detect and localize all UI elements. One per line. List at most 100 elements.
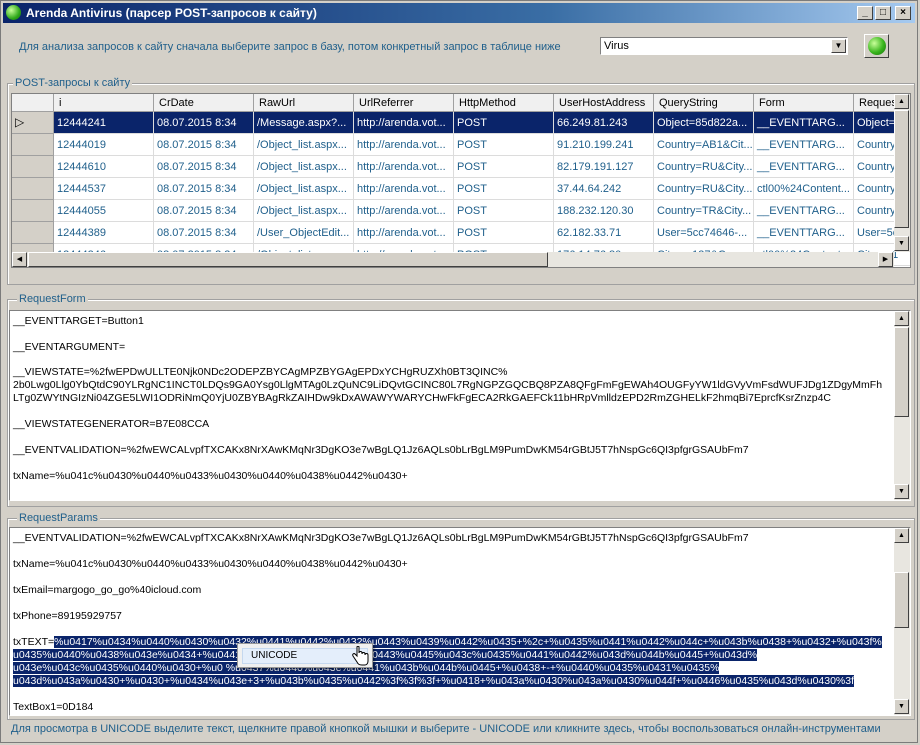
column-header-form[interactable]: Form	[754, 94, 854, 112]
cell-crdate[interactable]: 08.07.2015 8:34	[154, 134, 254, 156]
title-bar[interactable]: Arenda Antivirus (парсер POST-запросов к…	[3, 3, 915, 23]
selected-text[interactable]: u043d%u043a%u0430+%u0430+%u0434%u043e+3+…	[13, 675, 855, 687]
scroll-down-arrow-icon[interactable]: ▼	[894, 236, 909, 251]
cell-form[interactable]: ctl00%24Content...	[754, 178, 854, 200]
cell-i[interactable]: 12444389	[54, 222, 154, 244]
cell-httpmethod[interactable]: POST	[454, 112, 554, 134]
cell-urlreferrer[interactable]: http://arenda.vot...	[354, 112, 454, 134]
status-help-link[interactable]: Для просмотра в UNICODE выделите текст, …	[11, 723, 881, 735]
cell-i[interactable]: 12444241	[54, 112, 154, 134]
context-menu-item-unicode[interactable]: UNICODE	[242, 648, 368, 664]
cell-i[interactable]: 12444610	[54, 156, 154, 178]
scroll-thumb[interactable]	[894, 572, 909, 628]
grid-vertical-scrollbar[interactable]: ▲ ▼	[894, 94, 910, 252]
table-row[interactable]: 12444055 08.07.2015 8:34 /Object_list.as…	[12, 200, 910, 222]
cell-querystring[interactable]: Country=RU&City...	[654, 178, 754, 200]
cell-httpmethod[interactable]: POST	[454, 200, 554, 222]
cell-userhostaddress[interactable]: 66.249.81.243	[554, 112, 654, 134]
column-header-querystring[interactable]: QueryString	[654, 94, 754, 112]
cell-httpmethod[interactable]: POST	[454, 222, 554, 244]
cell-querystring[interactable]: User=5cc74646-...	[654, 222, 754, 244]
chevron-down-icon[interactable]: ▼	[831, 39, 846, 53]
cell-rawurl[interactable]: /Object_list.aspx...	[254, 156, 354, 178]
row-header[interactable]: ▷	[12, 112, 54, 134]
row-header[interactable]	[12, 222, 54, 244]
cell-form[interactable]: __EVENTTARG...	[754, 112, 854, 134]
cell-querystring[interactable]: Country=AB1&Cit...	[654, 134, 754, 156]
form-vertical-scrollbar[interactable]: ▲ ▼	[894, 311, 910, 500]
scroll-down-arrow-icon[interactable]: ▼	[894, 699, 909, 714]
grid-horizontal-scrollbar[interactable]: ◀ ▶	[12, 252, 894, 267]
request-params-textbox[interactable]: __EVENTVALIDATION=%2fwEWCALvpfTXCAKx8NrX…	[9, 527, 911, 716]
table-row[interactable]: ▷ 12444241 08.07.2015 8:34 /Message.aspx…	[12, 112, 910, 134]
cell-rawurl[interactable]: /Object_list.aspx...	[254, 200, 354, 222]
column-header-rawurl[interactable]: RawUrl	[254, 94, 354, 112]
cell-i[interactable]: 12444055	[54, 200, 154, 222]
selected-text[interactable]: %u0417%u0434%u0440%u0430%u0432%u0441%u04…	[54, 636, 882, 648]
cell-httpmethod[interactable]: POST	[454, 156, 554, 178]
cell-crdate[interactable]: 08.07.2015 8:34	[154, 112, 254, 134]
scroll-up-arrow-icon[interactable]: ▲	[894, 94, 909, 109]
requests-table[interactable]: i CrDate RawUrl UrlReferrer HttpMethod U…	[11, 93, 911, 268]
cell-rawurl[interactable]: /User_ObjectEdit...	[254, 222, 354, 244]
table-row[interactable]: 12444389 08.07.2015 8:34 /User_ObjectEdi…	[12, 222, 910, 244]
cell-crdate[interactable]: 08.07.2015 8:34	[154, 156, 254, 178]
column-header-urlreferrer[interactable]: UrlReferrer	[354, 94, 454, 112]
table-row[interactable]: 12444610 08.07.2015 8:34 /Object_list.as…	[12, 156, 910, 178]
scroll-down-arrow-icon[interactable]: ▼	[894, 484, 909, 499]
close-button[interactable]: ×	[895, 6, 911, 20]
column-header-crdate[interactable]: CrDate	[154, 94, 254, 112]
cell-i[interactable]: 12444019	[54, 134, 154, 156]
request-form-textbox[interactable]: __EVENTTARGET=Button1 __EVENTARGUMENT= _…	[9, 310, 911, 501]
cell-crdate[interactable]: 08.07.2015 8:34	[154, 222, 254, 244]
row-header[interactable]	[12, 156, 54, 178]
run-button[interactable]	[864, 34, 889, 58]
row-header[interactable]	[12, 134, 54, 156]
cell-urlreferrer[interactable]: http://arenda.vot...	[354, 134, 454, 156]
cell-httpmethod[interactable]: POST	[454, 178, 554, 200]
cell-form[interactable]: __EVENTTARG...	[754, 134, 854, 156]
scroll-up-arrow-icon[interactable]: ▲	[894, 528, 909, 543]
cell-rawurl[interactable]: /Object_list.aspx...	[254, 178, 354, 200]
maximize-button[interactable]: □	[875, 6, 891, 20]
cell-form[interactable]: __EVENTTARG...	[754, 222, 854, 244]
column-header-httpmethod[interactable]: HttpMethod	[454, 94, 554, 112]
cell-urlreferrer[interactable]: http://arenda.vot...	[354, 178, 454, 200]
cell-userhostaddress[interactable]: 188.232.120.30	[554, 200, 654, 222]
cell-i[interactable]: 12444537	[54, 178, 154, 200]
table-row[interactable]: 12444537 08.07.2015 8:34 /Object_list.as…	[12, 178, 910, 200]
cell-form[interactable]: __EVENTTARG...	[754, 200, 854, 222]
cell-querystring[interactable]: Country=TR&City...	[654, 200, 754, 222]
cell-rawurl[interactable]: /Message.aspx?...	[254, 112, 354, 134]
cell-urlreferrer[interactable]: http://arenda.vot...	[354, 222, 454, 244]
cell-crdate[interactable]: 08.07.2015 8:34	[154, 178, 254, 200]
request-type-select[interactable]: Virus ▼	[600, 37, 848, 55]
cell-userhostaddress[interactable]: 37.44.64.242	[554, 178, 654, 200]
params-vertical-scrollbar[interactable]: ▲ ▼	[894, 528, 910, 715]
row-header[interactable]	[12, 178, 54, 200]
form-line: txName=%u041c%u0430%u0440%u0433%u0430%u0…	[13, 470, 408, 482]
cell-userhostaddress[interactable]: 62.182.33.71	[554, 222, 654, 244]
minimize-button[interactable]: _	[857, 6, 873, 20]
scroll-thumb[interactable]	[28, 252, 548, 267]
cell-form[interactable]: __EVENTTARG...	[754, 156, 854, 178]
scroll-up-arrow-icon[interactable]: ▲	[894, 311, 909, 326]
cell-userhostaddress[interactable]: 82.179.191.127	[554, 156, 654, 178]
cell-querystring[interactable]: Object=85d822a...	[654, 112, 754, 134]
cell-querystring[interactable]: Country=RU&City...	[654, 156, 754, 178]
scroll-right-arrow-icon[interactable]: ▶	[878, 252, 893, 267]
cell-userhostaddress[interactable]: 91.210.199.241	[554, 134, 654, 156]
scroll-thumb[interactable]	[894, 327, 909, 417]
cell-urlreferrer[interactable]: http://arenda.vot...	[354, 200, 454, 222]
scroll-thumb[interactable]	[894, 110, 909, 228]
cell-crdate[interactable]: 08.07.2015 8:34	[154, 200, 254, 222]
row-header[interactable]	[12, 200, 54, 222]
table-row[interactable]: 12444019 08.07.2015 8:34 /Object_list.as…	[12, 134, 910, 156]
column-header-i[interactable]: i	[54, 94, 154, 112]
selected-text[interactable]: u0435%u0440%u0438%u043e%u0434+%u0441+ 07…	[13, 649, 758, 661]
scroll-left-arrow-icon[interactable]: ◀	[12, 252, 27, 267]
column-header-userhostaddress[interactable]: UserHostAddress	[554, 94, 654, 112]
cell-urlreferrer[interactable]: http://arenda.vot...	[354, 156, 454, 178]
cell-httpmethod[interactable]: POST	[454, 134, 554, 156]
cell-rawurl[interactable]: /Object_list.aspx...	[254, 134, 354, 156]
